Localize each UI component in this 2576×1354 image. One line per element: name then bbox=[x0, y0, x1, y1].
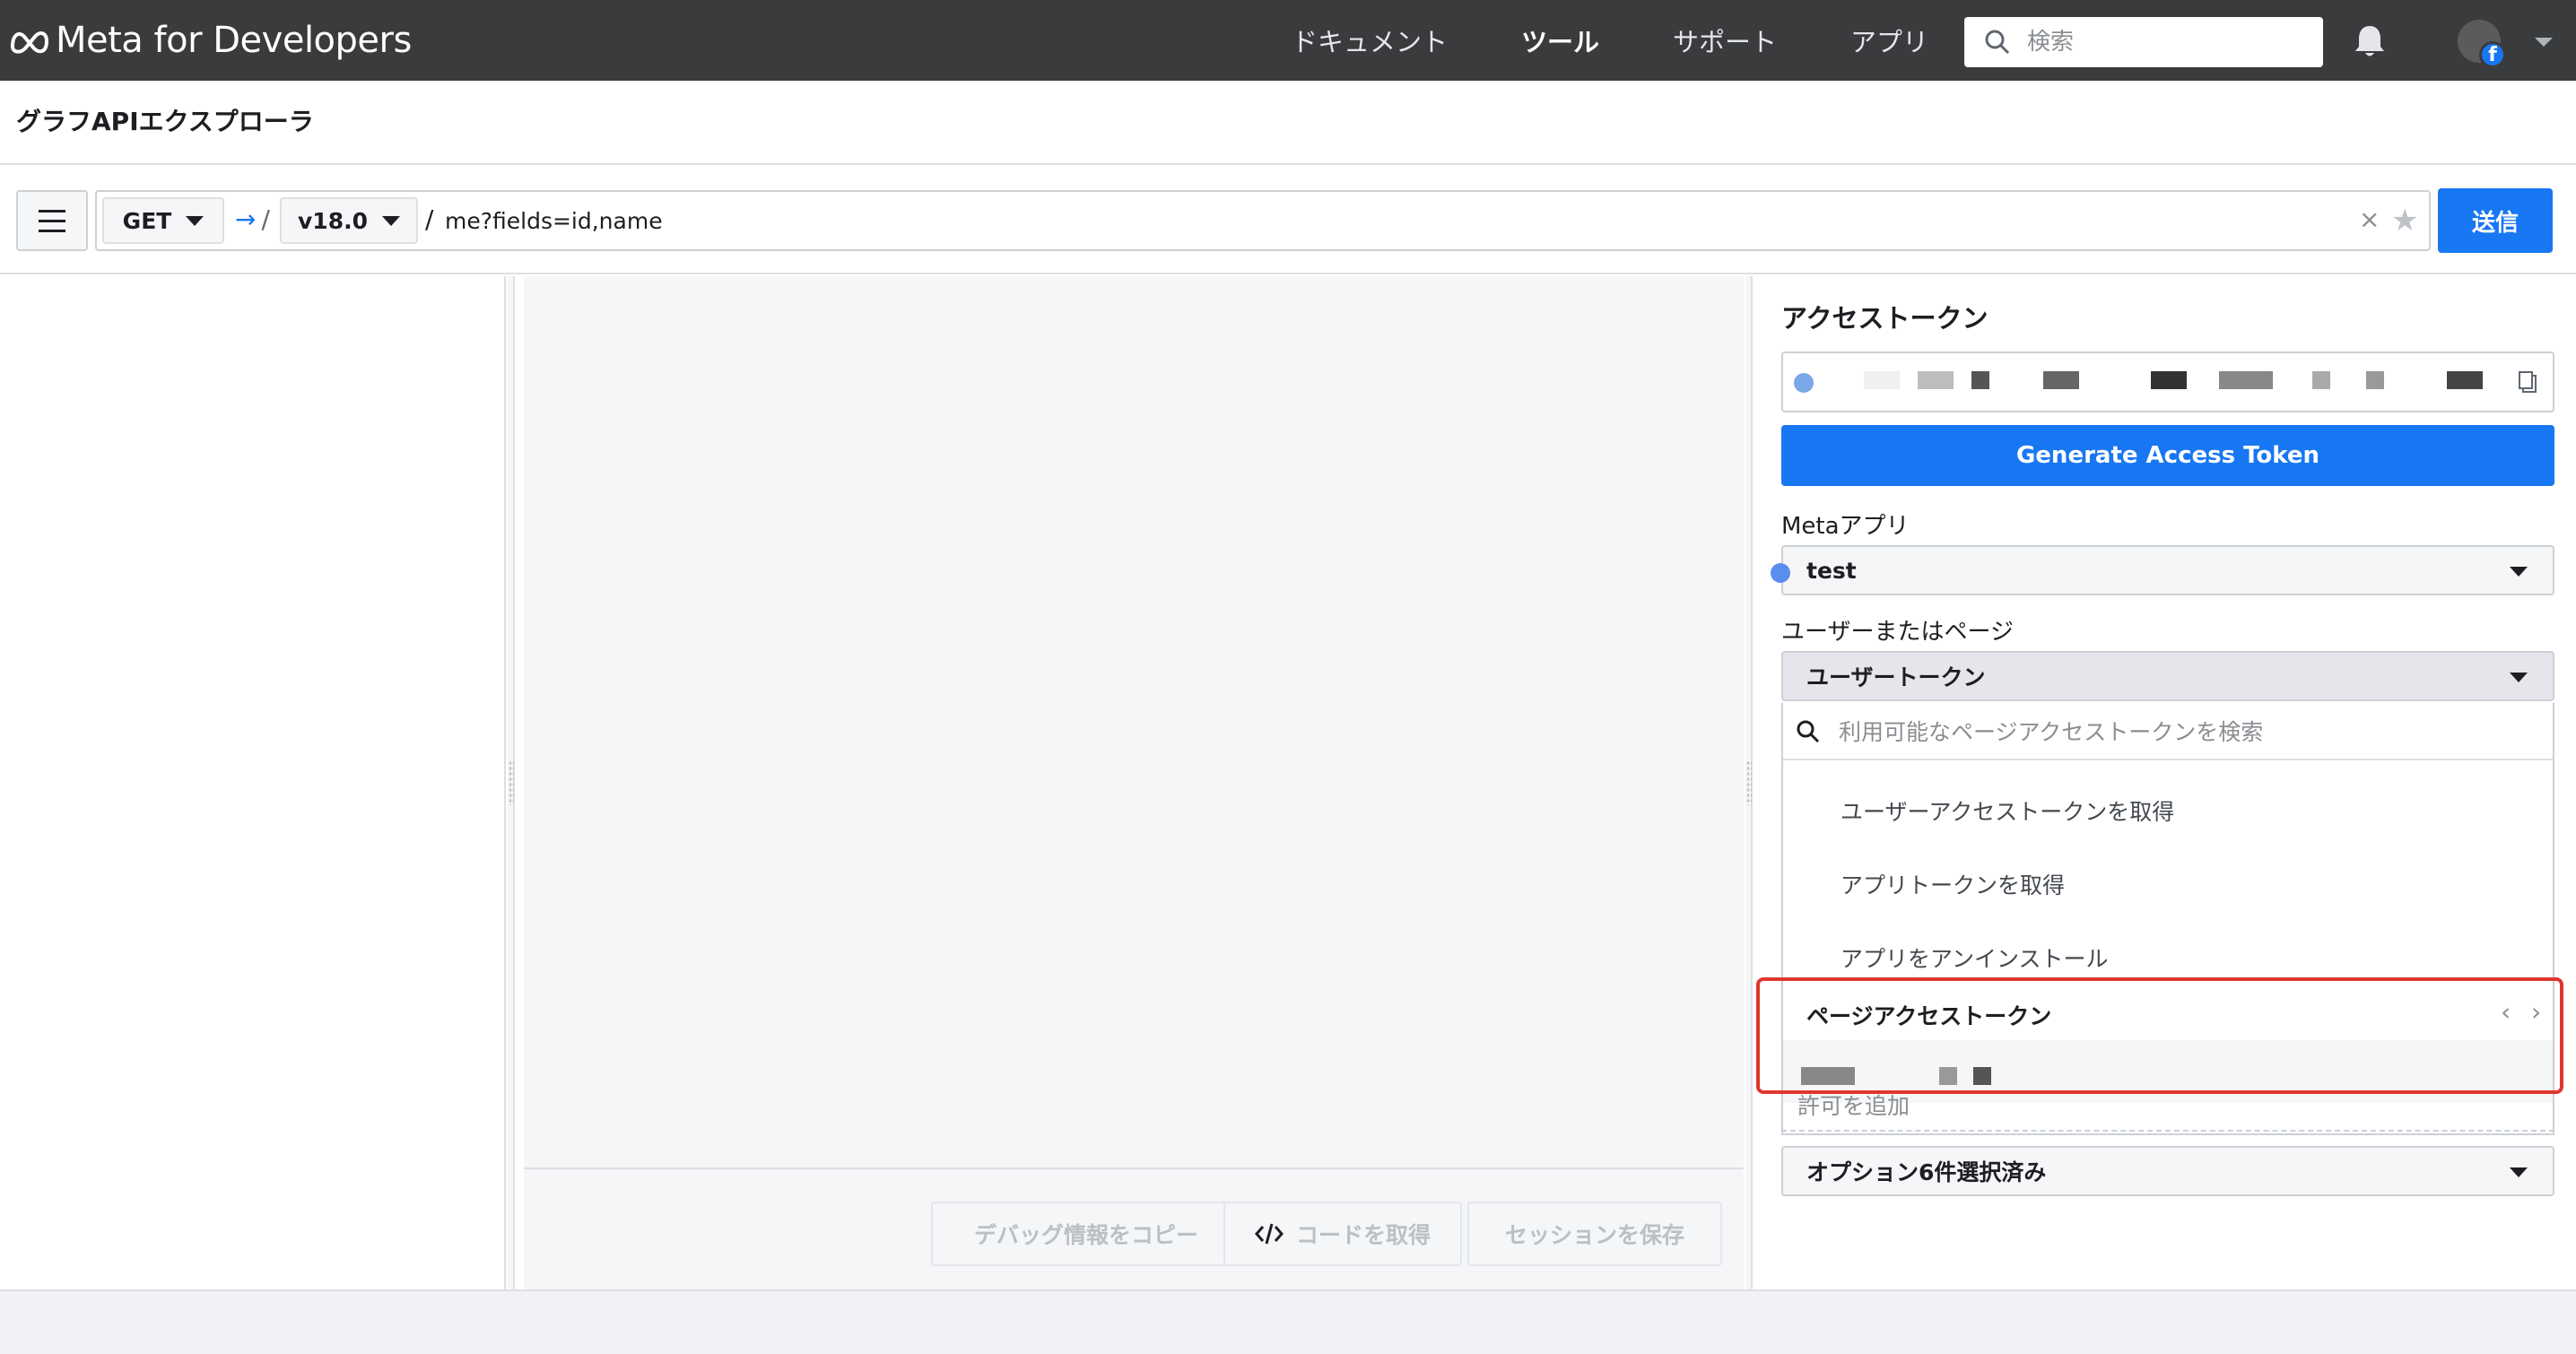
user-or-page-select[interactable]: ユーザートークン bbox=[1781, 651, 2554, 701]
top-navigation-bar: Meta for Developers ドキュメント ツール サポート アプリ … bbox=[0, 0, 2576, 81]
api-version-select[interactable]: v18.0 bbox=[280, 197, 418, 244]
caret-down-icon bbox=[381, 215, 400, 226]
favorite-star-icon[interactable]: ★ bbox=[2391, 203, 2418, 239]
meta-app-select[interactable]: test bbox=[1771, 545, 2554, 595]
query-input-group: GET →/ v18.0 / × ★ bbox=[95, 190, 2431, 251]
nav-link-apps[interactable]: アプリ bbox=[1850, 22, 1928, 59]
caret-down-icon bbox=[186, 215, 205, 226]
search-icon bbox=[1797, 720, 1820, 743]
response-pane: デバッグ情報をコピー コードを取得 セッションを保存 bbox=[524, 276, 1744, 1289]
redacted-token bbox=[2447, 371, 2483, 389]
annotation-highlight-box bbox=[1756, 977, 2563, 1094]
account-menu-caret-icon[interactable] bbox=[2535, 38, 2553, 47]
nav-links: ドキュメント ツール サポート アプリ bbox=[1292, 0, 2002, 81]
redacted-token bbox=[2219, 371, 2273, 389]
http-method-select[interactable]: GET bbox=[102, 197, 224, 244]
generate-access-token-button[interactable]: Generate Access Token bbox=[1781, 425, 2554, 486]
page-header: グラフAPIエクスプローラ bbox=[0, 81, 2576, 165]
hamburger-line bbox=[39, 219, 65, 222]
code-icon bbox=[1254, 1223, 1284, 1245]
http-method-label: GET bbox=[122, 207, 172, 234]
redacted-token bbox=[2043, 371, 2079, 389]
access-token-panel: アクセストークン Generate Access Token Metaアプリ t… bbox=[1760, 276, 2576, 1289]
access-token-field[interactable] bbox=[1781, 352, 2554, 412]
path-separator: / bbox=[425, 204, 434, 234]
clear-icon[interactable]: × bbox=[2359, 204, 2380, 234]
submit-button[interactable]: 送信 bbox=[2438, 188, 2553, 253]
search-box bbox=[1964, 17, 2323, 67]
permissions-selected-count: オプション6件選択済み bbox=[1806, 1159, 2047, 1185]
caret-down-icon bbox=[2510, 567, 2528, 577]
save-session-label: セッションを保存 bbox=[1504, 1222, 1684, 1248]
left-resize-handle[interactable] bbox=[508, 276, 515, 1289]
page-title: グラフAPIエクスプローラ bbox=[16, 107, 314, 136]
meta-infinity-icon bbox=[10, 31, 49, 54]
redacted-token bbox=[1971, 371, 1989, 389]
notification-bell-icon[interactable] bbox=[2354, 23, 2386, 59]
hamburger-line bbox=[39, 209, 65, 213]
redacted-token bbox=[2151, 371, 2187, 389]
user-or-page-label: ユーザーまたはページ bbox=[1781, 619, 2014, 646]
save-session-button[interactable]: セッションを保存 bbox=[1467, 1202, 1722, 1266]
redacted-token bbox=[1864, 371, 1900, 389]
meta-app-value: test bbox=[1806, 557, 1857, 584]
meta-app-label: Metaアプリ bbox=[1781, 513, 1910, 540]
menu-toggle-button[interactable] bbox=[16, 190, 88, 251]
nav-link-tools[interactable]: ツール bbox=[1521, 22, 1599, 59]
response-footer: デバッグ情報をコピー コードを取得 セッションを保存 bbox=[524, 1167, 1744, 1289]
dropdown-search bbox=[1783, 703, 2553, 760]
menu-item-get-app-token[interactable]: アプリトークンを取得 bbox=[1841, 868, 2065, 900]
brand-name: Meta for Developers bbox=[56, 20, 412, 61]
facebook-badge-icon: f bbox=[2479, 41, 2506, 68]
copy-debug-info-label: デバッグ情報をコピー bbox=[973, 1222, 1198, 1248]
left-field-tree-pane bbox=[0, 276, 506, 1289]
token-status-dot bbox=[1794, 373, 1814, 393]
access-token-heading: アクセストークン bbox=[1781, 303, 1989, 334]
user-or-page-value: ユーザートークン bbox=[1806, 664, 1986, 690]
nav-link-support[interactable]: サポート bbox=[1673, 22, 1777, 59]
caret-down-icon bbox=[2510, 673, 2528, 682]
bottom-bar bbox=[0, 1289, 2576, 1354]
search-input[interactable] bbox=[2027, 29, 2296, 56]
copy-icon[interactable] bbox=[2517, 369, 2540, 396]
redacted-token bbox=[1918, 371, 1954, 389]
caret-down-icon bbox=[2510, 1167, 2528, 1177]
grip-icon bbox=[509, 760, 514, 805]
hamburger-line bbox=[39, 229, 65, 232]
redacted-token bbox=[2312, 371, 2330, 389]
permissions-select[interactable]: オプション6件選択済み bbox=[1781, 1146, 2554, 1196]
menu-item-uninstall-app[interactable]: アプリをアンインストール bbox=[1841, 942, 2109, 974]
page-token-search-input[interactable] bbox=[1839, 716, 2520, 748]
get-code-button[interactable]: コードを取得 bbox=[1223, 1202, 1462, 1266]
copy-debug-info-button[interactable]: デバッグ情報をコピー bbox=[931, 1202, 1241, 1266]
app-status-dot bbox=[1771, 563, 1790, 583]
query-path-input[interactable] bbox=[445, 201, 2149, 240]
query-bar: GET →/ v18.0 / × ★ 送信 bbox=[0, 167, 2576, 274]
redacted-token bbox=[2366, 371, 2384, 389]
get-code-label: コードを取得 bbox=[1295, 1222, 1431, 1248]
divider bbox=[1781, 1130, 2554, 1132]
menu-item-get-user-token[interactable]: ユーザーアクセストークンを取得 bbox=[1841, 794, 2174, 827]
grip-icon bbox=[1746, 760, 1752, 805]
profile-avatar[interactable]: f bbox=[2458, 20, 2506, 68]
meta-logo[interactable]: Meta for Developers bbox=[7, 18, 412, 63]
search-icon bbox=[1985, 30, 2010, 55]
right-resize-handle[interactable] bbox=[1745, 276, 1753, 1289]
arrow-right-icon: → / bbox=[235, 204, 270, 234]
api-version-label: v18.0 bbox=[298, 207, 368, 234]
nav-link-docs[interactable]: ドキュメント bbox=[1292, 22, 1448, 59]
